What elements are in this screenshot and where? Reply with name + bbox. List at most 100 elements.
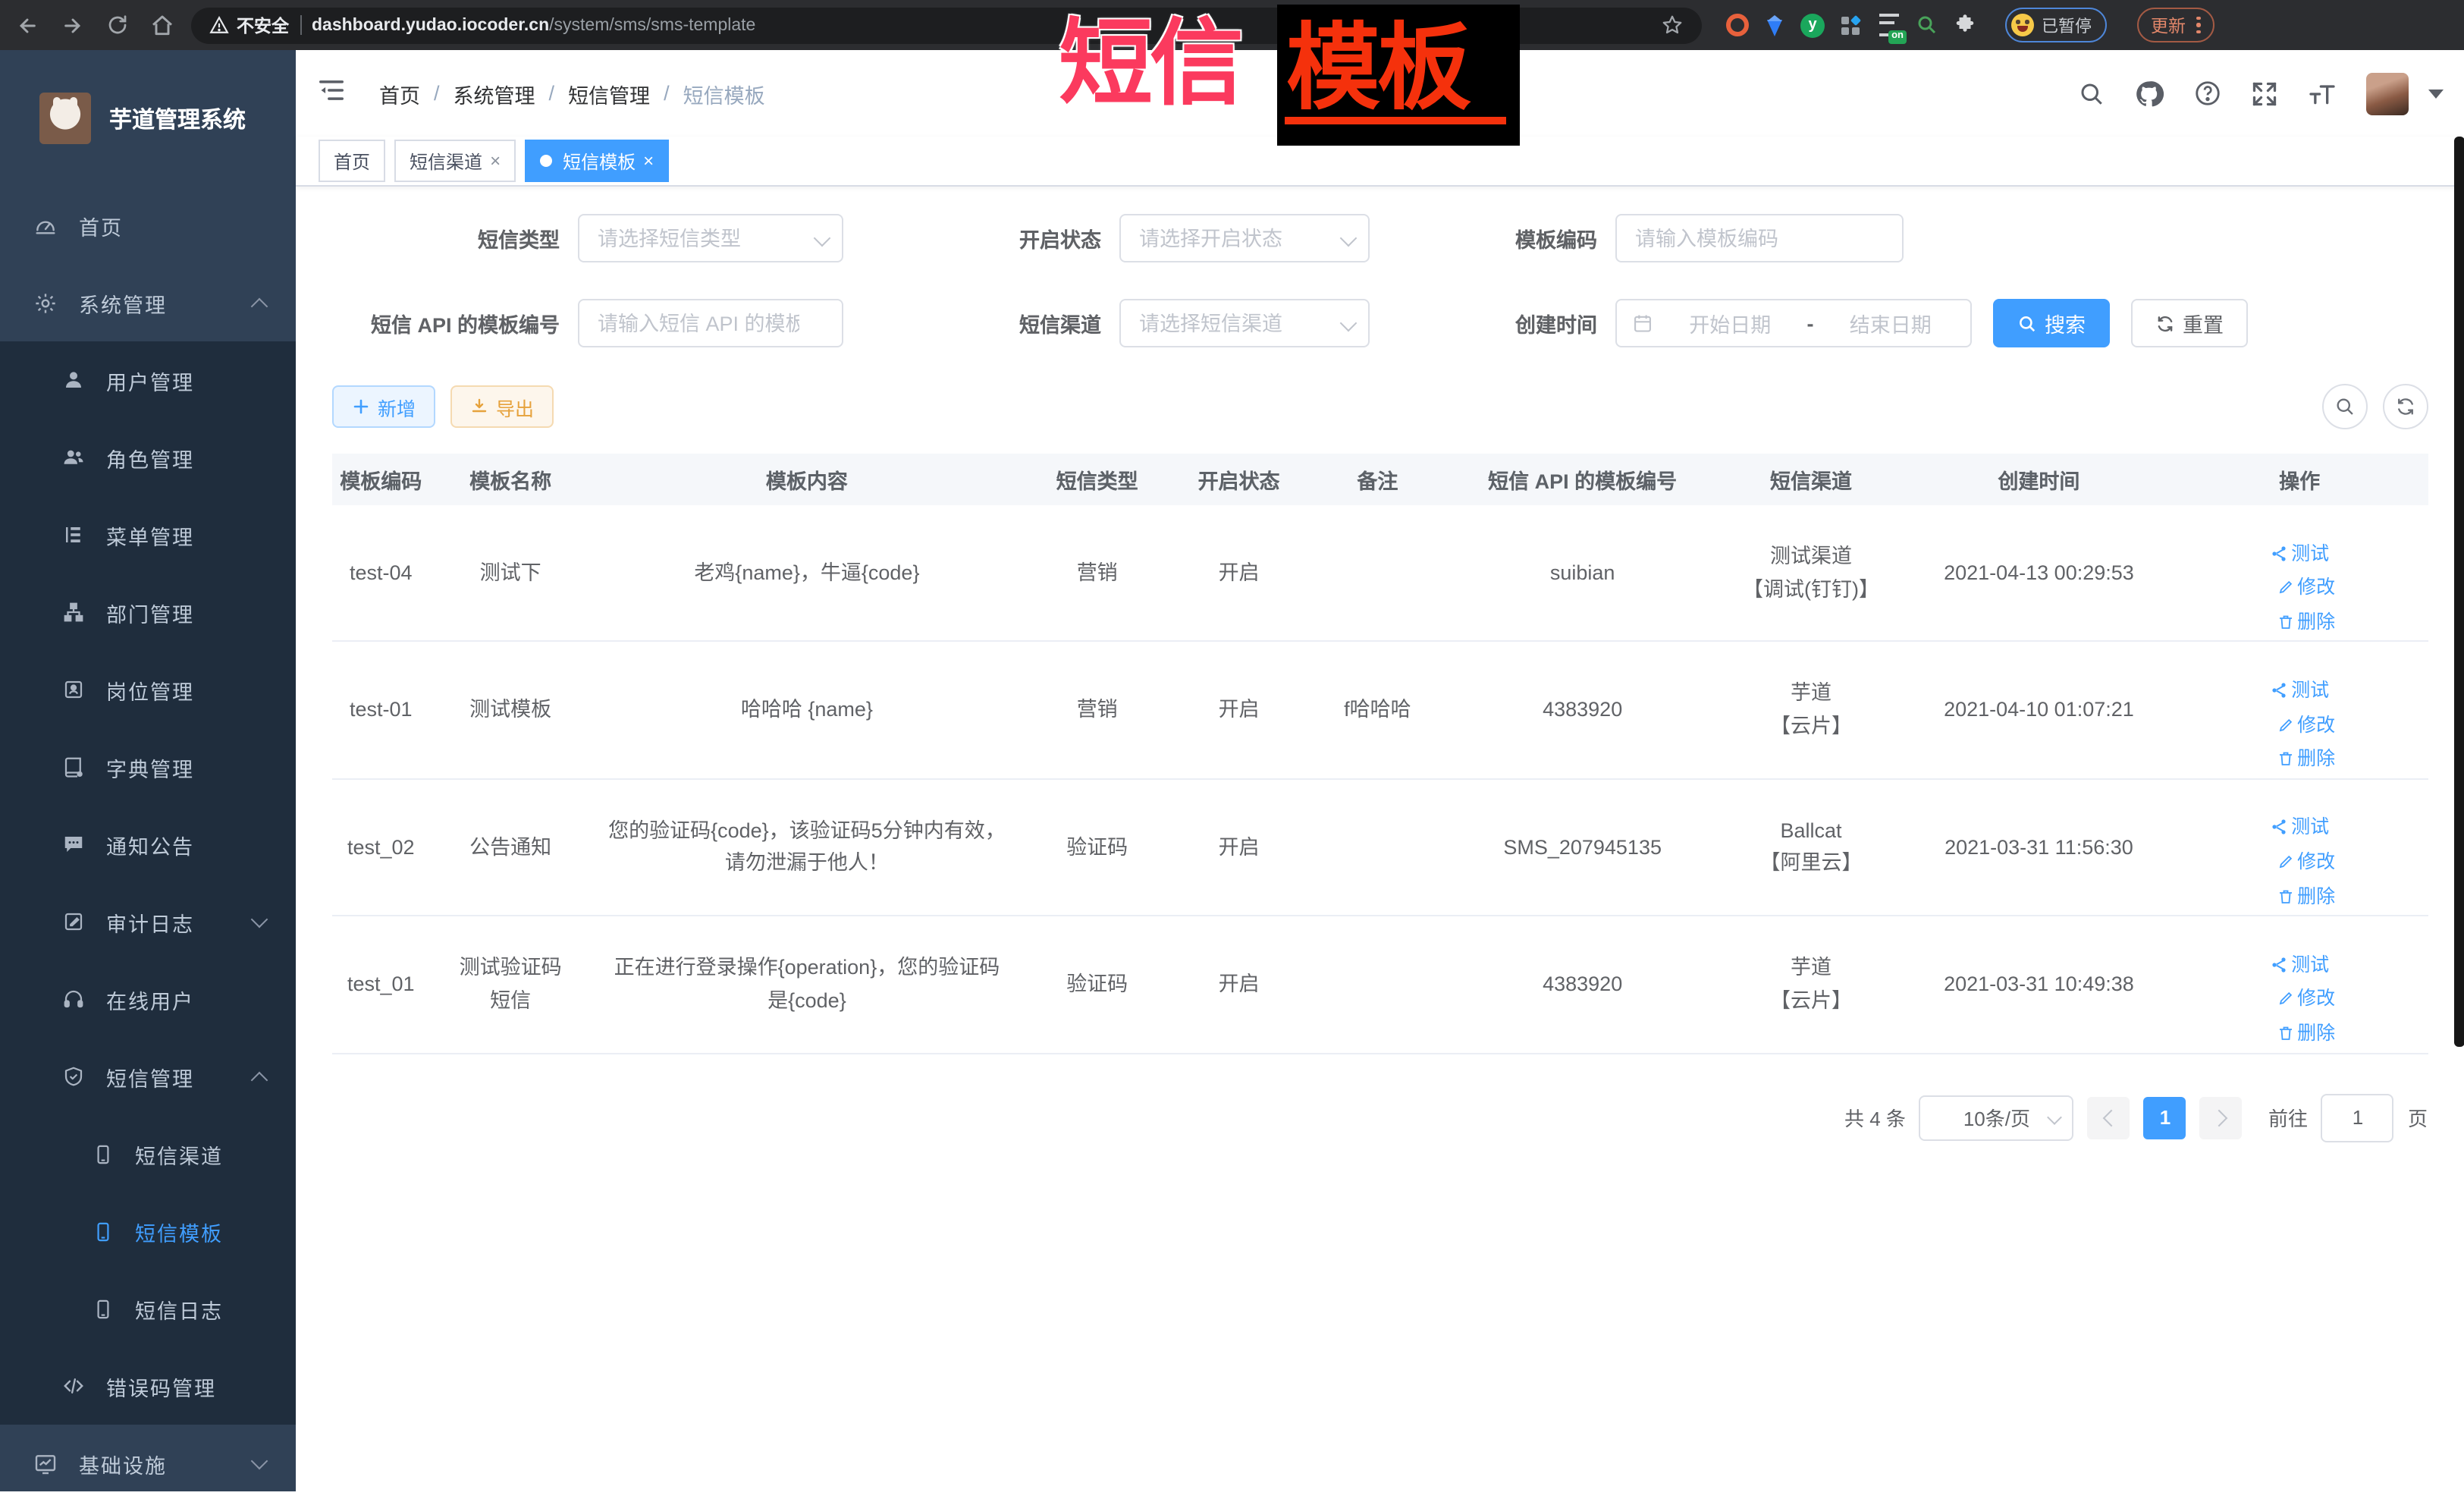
bookmark-star-icon[interactable] xyxy=(1661,14,1684,36)
breadcrumb-system[interactable]: 系统管理 xyxy=(454,78,535,108)
sidebar-item-system[interactable]: 系统管理 xyxy=(0,264,296,341)
search-icon[interactable] xyxy=(2077,80,2105,107)
browser-update-button[interactable]: 更新 xyxy=(2137,8,2214,42)
search-button[interactable]: 搜索 xyxy=(1993,299,2110,347)
close-icon[interactable]: × xyxy=(490,150,501,171)
reset-button[interactable]: 重置 xyxy=(2131,299,2248,347)
sms-type-select[interactable] xyxy=(578,214,843,262)
breadcrumb-home[interactable]: 首页 xyxy=(379,78,420,108)
col-header: 创建时间 xyxy=(1907,454,2172,505)
extension-grid-icon[interactable] xyxy=(1838,13,1863,37)
fullscreen-icon[interactable] xyxy=(2250,80,2277,107)
delete-link[interactable]: 删除 xyxy=(2276,1018,2335,1048)
sidebar-item-menus[interactable]: 菜单管理 xyxy=(0,496,296,573)
extension-search-icon[interactable] xyxy=(1914,13,1938,37)
sidebar-item-audit-log[interactable]: 审计日志 xyxy=(0,883,296,960)
sidebar-item-sms-log[interactable]: 短信日志 xyxy=(0,1270,296,1347)
show-search-button[interactable] xyxy=(2321,384,2367,429)
date-range-picker[interactable]: 开始日期 - 结束日期 xyxy=(1615,299,1972,347)
sidebar-item-sms-template[interactable]: 短信模板 xyxy=(0,1192,296,1270)
user-avatar[interactable] xyxy=(2365,72,2408,115)
tab-sms-template[interactable]: 短信模板× xyxy=(525,140,669,182)
edit-link[interactable]: 修改 xyxy=(2276,709,2335,740)
profile-paused-chip[interactable]: 已暂停 xyxy=(2005,8,2107,42)
refresh-table-button[interactable] xyxy=(2382,384,2428,429)
sidebar-item-users[interactable]: 用户管理 xyxy=(0,341,296,419)
next-page-button[interactable] xyxy=(2200,1096,2243,1139)
cell-remark: f哈哈哈 xyxy=(1306,642,1449,779)
sidebar-item-roles[interactable]: 角色管理 xyxy=(0,419,296,496)
export-button[interactable]: 导出 xyxy=(450,385,554,428)
back-icon[interactable] xyxy=(15,13,39,37)
collapse-sidebar-icon[interactable] xyxy=(311,69,352,118)
extension-green-icon[interactable]: y xyxy=(1800,13,1825,37)
cell-status: 开启 xyxy=(1172,916,1306,1053)
chevron-up-icon xyxy=(251,1072,268,1089)
app-logo-row[interactable]: 芋道管理系统 xyxy=(0,50,296,187)
range-separator: - xyxy=(1807,312,1814,335)
test-link[interactable]: 测试 xyxy=(2270,812,2329,843)
search-icon xyxy=(2017,313,2037,333)
sidebar-item-sms-channel[interactable]: 短信渠道 xyxy=(0,1115,296,1192)
extension-orange-icon[interactable] xyxy=(1725,13,1749,37)
cell-actions: 测试 修改 删除 xyxy=(2171,779,2428,916)
forward-icon[interactable] xyxy=(61,13,85,37)
current-page[interactable]: 1 xyxy=(2144,1096,2186,1139)
github-icon[interactable] xyxy=(2133,78,2164,108)
api-template-input[interactable] xyxy=(578,299,843,347)
calendar-icon xyxy=(1632,313,1653,334)
content: 短信类型 开启状态 模板编码 短信 API 的模板编号 短信渠道 创建时间 开始 xyxy=(296,187,2464,1491)
url-text: dashboard.yudao.iocoder.cn/system/sms/sm… xyxy=(312,16,755,34)
cell-content: 正在进行登录操作{operation}，您的验证码 是{code} xyxy=(592,916,1023,1053)
sidebar-item-home[interactable]: 首页 xyxy=(0,187,296,264)
help-icon[interactable] xyxy=(2192,79,2221,108)
tab-home[interactable]: 首页 xyxy=(319,140,385,182)
cell-type: 验证码 xyxy=(1022,916,1172,1053)
sidebar-item-departments[interactable]: 部门管理 xyxy=(0,573,296,651)
sidebar-item-notice[interactable]: 通知公告 xyxy=(0,806,296,883)
edit-link[interactable]: 修改 xyxy=(2276,572,2335,602)
col-header: 模板内容 xyxy=(592,454,1023,505)
sidebar-item-infrastructure[interactable]: 基础设施 xyxy=(0,1425,296,1502)
edit-link[interactable]: 修改 xyxy=(2276,847,2335,877)
end-date-placeholder: 结束日期 xyxy=(1826,308,1956,338)
extensions-puzzle-icon[interactable] xyxy=(1952,13,1976,37)
edit-link[interactable]: 修改 xyxy=(2276,984,2335,1014)
sidebar-item-online-users[interactable]: 在线用户 xyxy=(0,960,296,1038)
tab-sms-channel[interactable]: 短信渠道× xyxy=(394,140,516,182)
status-select[interactable] xyxy=(1119,214,1370,262)
delete-link[interactable]: 删除 xyxy=(2276,881,2335,911)
breadcrumb-sms[interactable]: 短信管理 xyxy=(568,78,650,108)
goto-page-input[interactable] xyxy=(2321,1093,2394,1142)
template-code-input[interactable] xyxy=(1615,214,1904,262)
reload-icon[interactable] xyxy=(106,14,129,36)
cell-type: 营销 xyxy=(1022,642,1172,779)
sidebar-item-error-codes[interactable]: 错误码管理 xyxy=(0,1347,296,1425)
prev-page-button[interactable] xyxy=(2088,1096,2130,1139)
test-link[interactable]: 测试 xyxy=(2270,949,2329,979)
sidebar: 芋道管理系统 首页 系统管理 用户管理 角色管理 xyxy=(0,50,296,1491)
test-link[interactable]: 测试 xyxy=(2270,538,2329,568)
gear-icon xyxy=(33,291,58,315)
sidebar-item-posts[interactable]: 岗位管理 xyxy=(0,651,296,728)
extension-list-icon[interactable]: on xyxy=(1876,13,1901,37)
chevron-up-icon xyxy=(251,298,268,316)
channel-select[interactable] xyxy=(1119,299,1370,347)
extension-gem-icon[interactable] xyxy=(1762,13,1787,37)
delete-link[interactable]: 删除 xyxy=(2276,607,2335,637)
dashboard-icon xyxy=(33,213,58,237)
font-size-icon[interactable] xyxy=(2306,78,2337,108)
sidebar-item-sms[interactable]: 短信管理 xyxy=(0,1038,296,1115)
add-button[interactable]: 新增 xyxy=(332,385,435,428)
delete-link[interactable]: 删除 xyxy=(2276,743,2335,774)
sidebar-item-dict[interactable]: 字典管理 xyxy=(0,728,296,806)
page: 不安全 dashboard.yudao.iocoder.cn/system/sm… xyxy=(0,0,2464,1491)
close-icon[interactable]: × xyxy=(643,150,654,171)
scrollbar-thumb[interactable] xyxy=(2453,137,2464,1047)
test-link[interactable]: 测试 xyxy=(2270,675,2329,705)
table-row: test_01 测试验证码 短信 正在进行登录操作{operation}，您的验… xyxy=(332,916,2428,1053)
browser-menu-icon[interactable] xyxy=(2196,14,2200,37)
page-size-select[interactable]: 10条/页 xyxy=(1919,1095,2074,1140)
home-icon[interactable] xyxy=(150,13,174,37)
avatar-caret-icon[interactable] xyxy=(2428,89,2443,98)
